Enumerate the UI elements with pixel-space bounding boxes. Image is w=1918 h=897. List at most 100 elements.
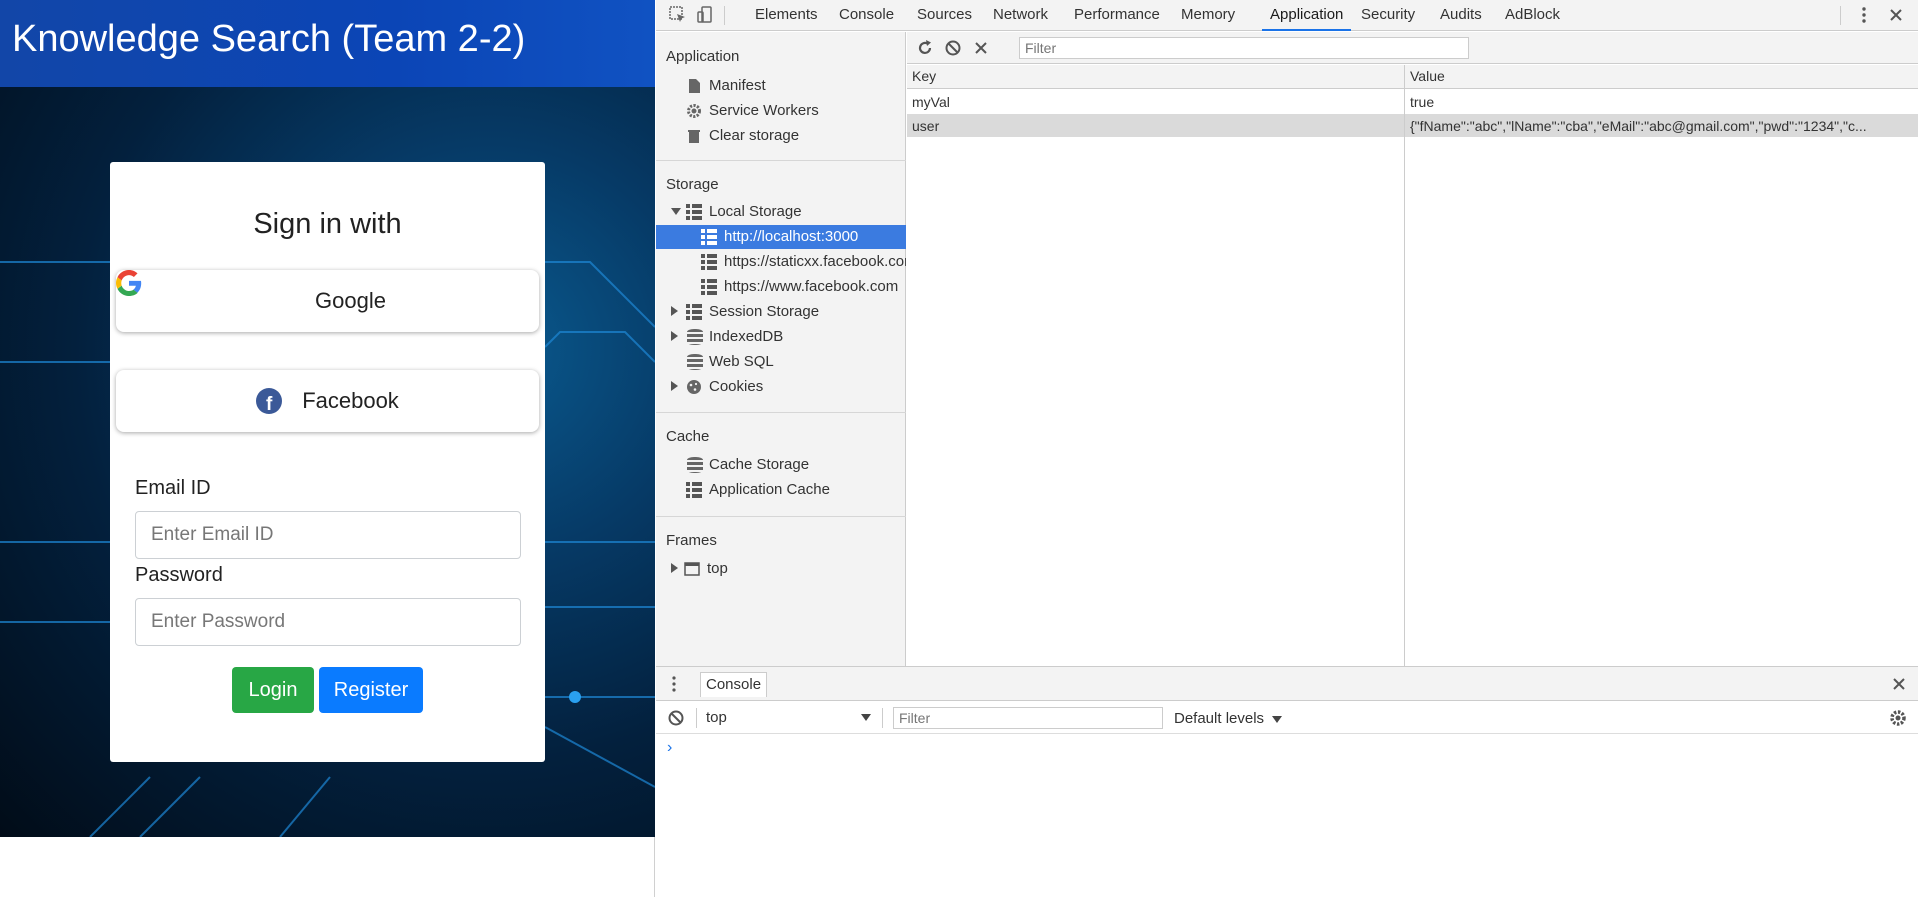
storage-filter-input[interactable]	[1019, 37, 1469, 59]
devtools-panel: Elements Console Sources Network Perform…	[656, 0, 1918, 897]
expand-down-icon[interactable]	[671, 208, 681, 215]
sidebar-item-local-storage[interactable]: Local Storage	[656, 200, 906, 224]
sidebar-item-service-workers[interactable]: Service Workers	[656, 99, 906, 123]
sidebar-label: Manifest	[709, 77, 766, 94]
sidebar-item-cookies[interactable]: Cookies	[656, 375, 906, 399]
google-sign-in-button[interactable]: Google	[116, 270, 539, 332]
cell-value: true	[1410, 94, 1435, 110]
sign-in-heading: Sign in with	[253, 208, 402, 240]
expand-right-icon[interactable]	[671, 381, 678, 391]
sidebar-item-localhost-3000[interactable]: http://localhost:3000	[656, 225, 906, 249]
cell-value: {"fName":"abc","lName":"cba","eMail":"ab…	[1410, 118, 1867, 134]
sidebar-label: Clear storage	[709, 127, 800, 144]
sidebar-label: Web SQL	[709, 353, 774, 370]
column-value[interactable]: Value	[1410, 68, 1445, 84]
tab-sources[interactable]: Sources	[917, 0, 972, 31]
storage-toolbar	[907, 32, 1918, 64]
sidebar-label: Session Storage	[709, 303, 820, 320]
column-divider[interactable]	[1404, 65, 1405, 666]
sidebar-item-application-cache[interactable]: Application Cache	[656, 478, 906, 502]
toolbar-divider	[1840, 6, 1841, 25]
facebook-sign-in-button[interactable]: f Facebook	[116, 370, 539, 432]
login-button[interactable]: Login	[232, 667, 314, 713]
cell-key: user	[912, 118, 940, 134]
email-input[interactable]	[135, 511, 521, 559]
sidebar-item-clear-storage[interactable]: Clear storage	[656, 124, 906, 148]
tab-memory[interactable]: Memory	[1181, 0, 1235, 31]
tab-network[interactable]: Network	[993, 0, 1048, 31]
device-toolbar-icon[interactable]	[696, 5, 716, 25]
sidebar-label: top	[707, 560, 728, 577]
storage-table-header: Key Value	[907, 65, 1918, 89]
tab-elements[interactable]: Elements	[755, 0, 818, 31]
table-row[interactable]: myVal true	[907, 90, 1918, 113]
sidebar-label: IndexedDB	[709, 328, 784, 345]
context-value: top	[706, 709, 727, 726]
tab-adblock[interactable]: AdBlock	[1505, 0, 1560, 31]
drawer-tab-console[interactable]: Console	[700, 672, 768, 697]
sidebar-item-www-facebook[interactable]: https://www.facebook.com	[656, 275, 906, 299]
expand-right-icon[interactable]	[671, 563, 678, 573]
tab-application[interactable]: Application	[1262, 0, 1352, 31]
trash-icon	[688, 130, 700, 143]
more-options-icon[interactable]	[1854, 5, 1874, 25]
console-toolbar: top Default levels	[656, 702, 1918, 734]
dropdown-arrow-icon	[1272, 716, 1283, 723]
facebook-label: Facebook	[302, 388, 399, 413]
close-devtools-icon[interactable]	[1886, 5, 1906, 25]
sidebar-divider	[656, 516, 906, 517]
sidebar-item-staticxx-facebook[interactable]: https://staticxx.facebook.com	[656, 250, 906, 274]
database-icon	[687, 354, 703, 370]
sidebar-label: Service Workers	[709, 102, 819, 119]
password-label: Password	[135, 564, 223, 586]
console-filter-input[interactable]	[893, 707, 1163, 729]
frame-icon	[684, 562, 700, 576]
sidebar-label: http://localhost:3000	[724, 228, 859, 245]
column-key[interactable]: Key	[912, 68, 936, 84]
context-selector[interactable]: top	[706, 706, 871, 730]
sidebar-item-web-sql[interactable]: Web SQL	[656, 350, 906, 374]
inspect-element-icon[interactable]	[668, 5, 688, 25]
clear-console-icon[interactable]	[666, 708, 686, 728]
sidebar-item-indexeddb[interactable]: IndexedDB	[656, 325, 906, 349]
drawer-tab-bar: Console	[656, 667, 1918, 701]
register-button[interactable]: Register	[319, 667, 423, 713]
expand-right-icon[interactable]	[671, 331, 678, 341]
section-cache: Cache	[666, 428, 710, 445]
sidebar-label: https://www.facebook.com	[724, 278, 899, 295]
section-application: Application	[666, 48, 740, 65]
gear-icon	[687, 104, 701, 118]
sidebar-item-cache-storage[interactable]: Cache Storage	[656, 453, 906, 477]
sidebar-item-manifest[interactable]: Manifest	[656, 74, 906, 98]
tab-console[interactable]: Console	[839, 0, 894, 31]
table-icon	[701, 254, 717, 270]
console-settings-gear-icon[interactable]	[1888, 708, 1908, 728]
tab-audits[interactable]: Audits	[1440, 0, 1482, 31]
sidebar-label: https://staticxx.facebook.com	[724, 253, 906, 270]
app-title: Knowledge Search (Team 2-2)	[12, 18, 526, 60]
hero-background: Sign in with Google f Facebook Email ID	[0, 87, 655, 837]
sidebar-divider	[656, 412, 906, 413]
app-viewport: Knowledge Search (Team 2-2) Sign in with	[0, 0, 655, 897]
log-levels-dropdown[interactable]: Default levels	[1174, 710, 1283, 727]
toolbar-divider	[882, 708, 883, 728]
table-row[interactable]: user {"fName":"abc","lName":"cba","eMail…	[907, 114, 1918, 137]
cell-key: myVal	[912, 94, 950, 110]
delete-selected-icon[interactable]	[971, 38, 991, 58]
clear-all-icon[interactable]	[943, 38, 963, 58]
tab-performance[interactable]: Performance	[1074, 0, 1160, 31]
expand-right-icon[interactable]	[671, 306, 678, 316]
sign-in-card: Sign in with Google f Facebook Email ID	[110, 162, 545, 762]
table-icon	[701, 229, 717, 245]
password-input[interactable]	[135, 598, 521, 646]
application-sidebar: Application Manifest Service Workers Cle…	[656, 32, 906, 666]
sidebar-item-session-storage[interactable]: Session Storage	[656, 300, 906, 324]
refresh-icon[interactable]	[915, 38, 935, 58]
close-drawer-icon[interactable]	[1889, 674, 1909, 694]
console-prompt[interactable]: ›	[667, 739, 672, 757]
toolbar-divider	[724, 6, 725, 25]
sidebar-item-frame-top[interactable]: top	[656, 557, 906, 581]
tab-security[interactable]: Security	[1361, 0, 1415, 31]
drawer-menu-icon[interactable]	[664, 674, 684, 694]
sidebar-divider	[656, 160, 906, 161]
